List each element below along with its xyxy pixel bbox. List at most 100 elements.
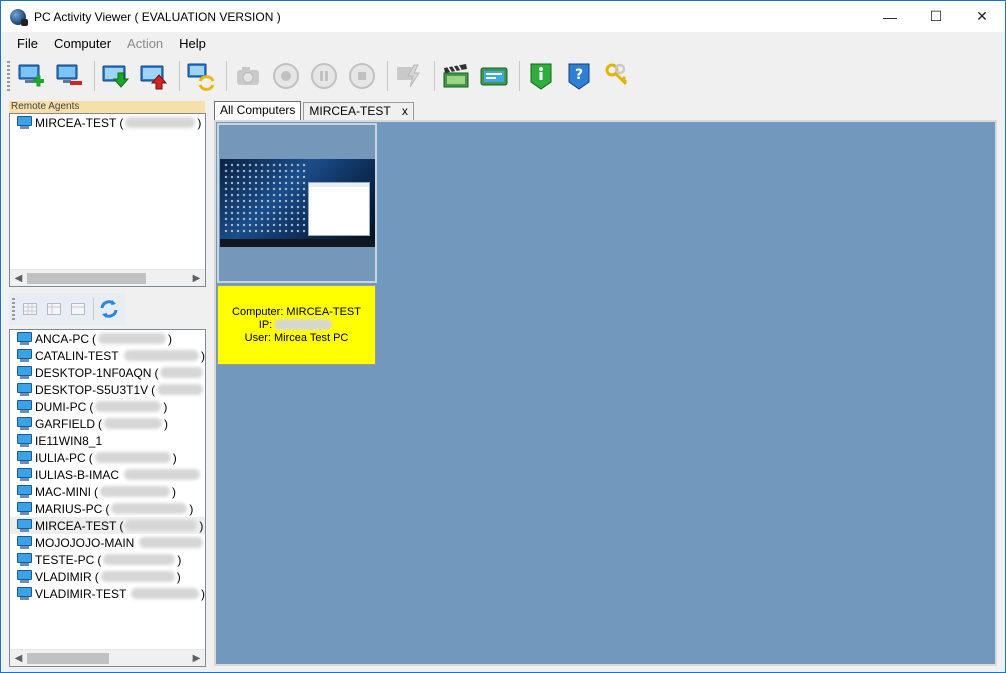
ip-label: IP: [258,318,273,331]
agent-close-paren: ) [201,348,205,363]
add-agent-button[interactable] [14,59,48,93]
taskbar [220,239,375,247]
refresh-agents-button[interactable] [184,59,218,93]
agent-close-paren: ) [163,399,168,414]
agent-name: IE11WIN8_1 [35,433,103,448]
list-item[interactable]: VLADIMIR-TEST) [10,585,205,602]
list-item[interactable]: MAC-MINI() [10,483,205,500]
list-item[interactable]: CATALIN-TEST) [10,347,205,364]
tab-mircea-test[interactable]: MIRCEA-TEST x [303,102,414,120]
view-small-icons-button[interactable] [43,298,65,320]
menu-action[interactable]: Action [119,32,171,56]
info-button[interactable] [524,59,558,93]
view-toolbar [9,293,125,325]
maximize-button[interactable]: ☐ [913,1,959,32]
horizontal-scrollbar[interactable]: ◀ ▶ [10,649,205,666]
app-logo-icon [10,8,28,26]
details-view-icon [71,303,85,315]
agent-name: MOJOJOJO-MAIN [35,535,135,550]
agent-close-paren: ) [197,115,202,130]
list-item[interactable]: IULIA-PC() [10,449,205,466]
toolbar-grip[interactable] [7,61,10,91]
list-item[interactable]: MOJOJOJO-MAIN [10,534,205,551]
svg-text:?: ? [575,67,583,83]
scroll-left-icon[interactable]: ◀ [10,270,27,287]
view-details-button[interactable] [67,298,89,320]
agent-open-paren: ( [94,569,99,584]
remote-agents-list[interactable]: MIRCEA-TEST ( ) ◀ ▶ [9,113,206,287]
list-item[interactable]: ANCA-PC() [10,330,205,347]
redacted-ip [139,537,203,548]
horizontal-scrollbar[interactable]: ◀ ▶ [10,269,205,286]
agent-name: GARFIELD [35,416,96,431]
agent-close-paren: ) [177,552,182,567]
record-button[interactable] [269,59,303,93]
agents-list[interactable]: ANCA-PC() CATALIN-TEST) DESKTOP-1NF0AQN(DE… [9,329,206,667]
desktop-icons [223,162,308,234]
list-item[interactable]: TESTE-PC() [10,551,205,568]
menu-file[interactable]: File [9,32,46,56]
monitor-download-icon [102,65,130,88]
help-button[interactable]: ? [562,59,596,93]
pause-icon [311,63,337,89]
agent-close-paren: ) [164,416,169,431]
scrollbar-thumb[interactable] [27,653,109,664]
menu-computer[interactable]: Computer [46,32,119,56]
agent-name: MAC-MINI [35,484,91,499]
list-item[interactable]: IE11WIN8_1 [10,432,205,449]
list-item[interactable]: MIRCEA-TEST() [10,517,205,534]
computer-icon [17,502,32,515]
agent-name: MARIUS-PC [35,501,103,516]
computer-icon [17,536,32,549]
tab-all-computers[interactable]: All Computers [214,101,302,120]
scroll-right-icon[interactable]: ▶ [188,270,205,287]
window-title: PC Activity Viewer ( EVALUATION VERSION … [34,9,281,24]
agent-open-paren: ( [119,115,124,130]
list-item[interactable]: IULIAS-B-IMAC [10,466,205,483]
list-item[interactable]: MARIUS-PC() [10,500,205,517]
explorer-window [308,182,370,236]
close-button[interactable]: ✕ [959,1,1005,32]
computer-refresh-icon [187,63,215,91]
toolbar-grip[interactable] [12,298,15,320]
scrollbar-thumb[interactable] [27,273,146,284]
title-bar[interactable]: PC Activity Viewer ( EVALUATION VERSION … [1,1,1005,32]
list-item[interactable]: DESKTOP-S5U3T1V( [10,381,205,398]
minimize-button[interactable]: — [867,1,913,32]
computer-icon [17,417,32,430]
remove-agent-button[interactable] [52,59,86,93]
download-button[interactable] [99,59,133,93]
agent-name: DESKTOP-S5U3T1V [35,382,149,397]
computers-view[interactable]: Computer: MIRCEA-TEST IP: User: Mircea T… [214,120,997,666]
agent-name: TESTE-PC [35,552,95,567]
pause-button[interactable] [307,59,341,93]
settings-board-icon [480,67,508,86]
refresh-list-button[interactable] [96,296,122,322]
computer-minus-icon [56,64,82,85]
upload-button[interactable] [137,59,171,93]
agent-name: DUMI-PC [35,399,87,414]
list-item[interactable]: DESKTOP-1NF0AQN( [10,364,205,381]
player-button[interactable] [439,59,473,93]
close-tab-icon[interactable]: x [402,104,408,118]
list-item[interactable]: VLADIMIR() [10,568,205,585]
register-button[interactable] [600,59,634,93]
remote-control-button[interactable] [392,59,426,93]
list-item[interactable]: MIRCEA-TEST ( ) [10,114,205,131]
list-item[interactable]: DUMI-PC() [10,398,205,415]
list-item[interactable]: GARFIELD() [10,415,205,432]
redacted-ip [98,333,167,344]
scroll-left-icon[interactable]: ◀ [10,650,27,667]
stop-button[interactable] [345,59,379,93]
screen-preview[interactable] [220,159,375,247]
scroll-right-icon[interactable]: ▶ [188,650,205,667]
view-large-icons-button[interactable] [19,298,41,320]
agent-open-paren: ( [88,450,93,465]
computer-info-card[interactable]: Computer: MIRCEA-TEST IP: User: Mircea T… [217,285,376,365]
menu-help[interactable]: Help [171,32,214,56]
agent-name: VLADIMIR-TEST [35,586,127,601]
camera-button[interactable] [231,59,265,93]
agent-name: DESKTOP-1NF0AQN [35,365,152,380]
computer-thumbnail[interactable] [217,123,377,283]
options-button[interactable] [477,59,511,93]
